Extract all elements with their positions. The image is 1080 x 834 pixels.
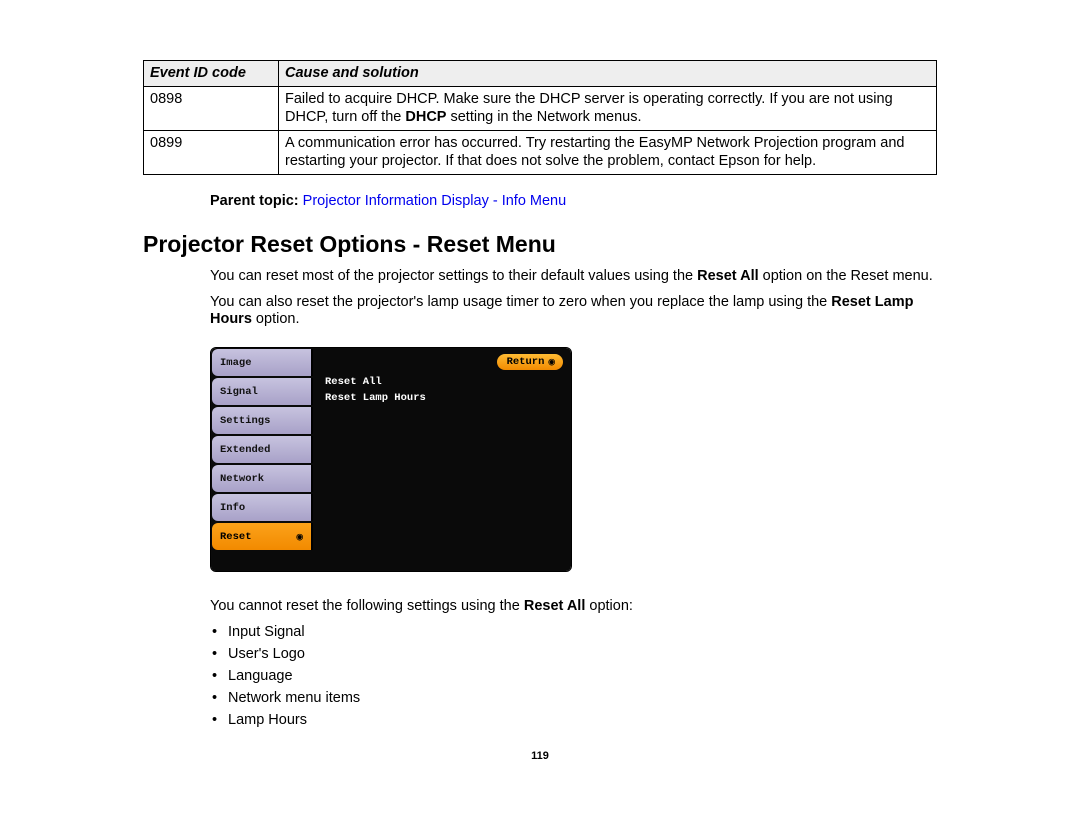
page-number: 119 (143, 750, 937, 762)
table-row: 0898 Failed to acquire DHCP. Make sure t… (144, 87, 937, 131)
paragraph-2: You can also reset the projector's lamp … (210, 294, 937, 329)
osd-tab-reset[interactable]: Reset ◉ (212, 523, 313, 550)
list-item: User's Logo (210, 646, 937, 662)
parent-topic: Parent topic: Projector Information Disp… (210, 193, 937, 209)
osd-tab-info[interactable]: Info (212, 494, 313, 521)
osd-tab-extended[interactable]: Extended (212, 436, 313, 463)
osd-return-button[interactable]: Return ◉ (497, 354, 563, 370)
section-heading: Projector Reset Options - Reset Menu (143, 231, 937, 258)
cell-cause: A communication error has occurred. Try … (279, 131, 937, 175)
table-header-code: Event ID code (144, 61, 279, 87)
enter-icon: ◉ (548, 355, 555, 369)
list-item: Input Signal (210, 624, 937, 640)
paragraph-3: You cannot reset the following settings … (210, 598, 937, 616)
cell-cause: Failed to acquire DHCP. Make sure the DH… (279, 87, 937, 131)
osd-sidebar: Image Signal Settings Extended Network I… (211, 348, 313, 571)
osd-content-panel: Return ◉ Reset All Reset Lamp Hours (313, 348, 571, 571)
table-header-cause: Cause and solution (279, 61, 937, 87)
paragraph-1: You can reset most of the projector sett… (210, 268, 937, 286)
list-item: Network menu items (210, 690, 937, 706)
osd-item-reset-all[interactable]: Reset All (321, 374, 563, 390)
enter-icon: ◉ (296, 530, 303, 544)
parent-topic-link[interactable]: Projector Information Display - Info Men… (303, 193, 567, 209)
projector-osd-menu: Image Signal Settings Extended Network I… (210, 347, 572, 572)
list-item: Language (210, 668, 937, 684)
document-page: Event ID code Cause and solution 0898 Fa… (0, 0, 1080, 792)
cell-code: 0898 (144, 87, 279, 131)
osd-tab-network[interactable]: Network (212, 465, 313, 492)
osd-return-label: Return (507, 356, 545, 368)
list-item: Lamp Hours (210, 712, 937, 728)
event-id-table: Event ID code Cause and solution 0898 Fa… (143, 60, 937, 175)
table-row: 0899 A communication error has occurred.… (144, 131, 937, 175)
osd-tab-signal[interactable]: Signal (212, 378, 313, 405)
osd-item-reset-lamp-hours[interactable]: Reset Lamp Hours (321, 390, 563, 406)
osd-tab-reset-label: Reset (220, 531, 252, 543)
osd-tab-image[interactable]: Image (212, 349, 313, 376)
reset-exclusion-list: Input Signal User's Logo Language Networ… (210, 624, 937, 728)
parent-topic-label: Parent topic: (210, 193, 299, 209)
osd-tab-settings[interactable]: Settings (212, 407, 313, 434)
cell-code: 0899 (144, 131, 279, 175)
